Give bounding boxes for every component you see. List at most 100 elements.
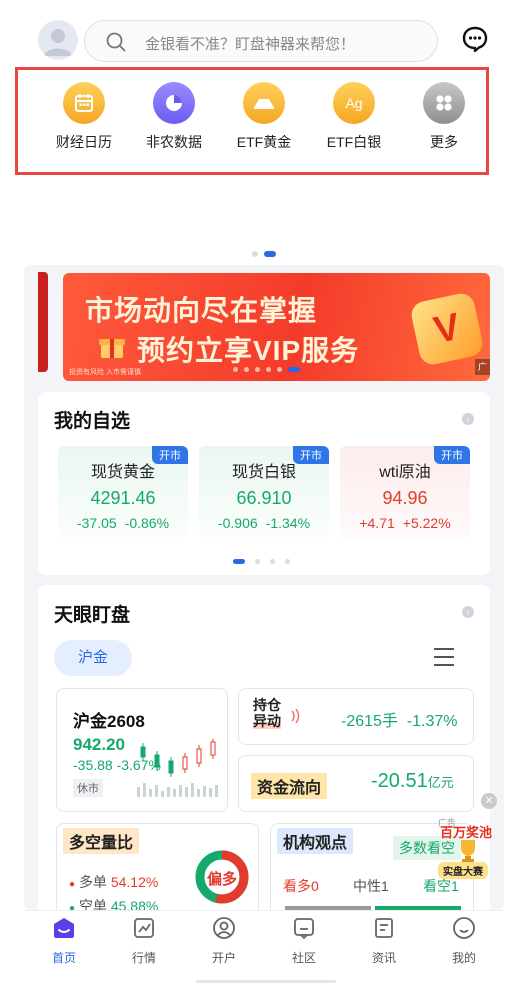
symbol-change: -0.906 -1.34% [199,515,329,531]
quick-entry-pager [252,245,282,263]
quick-entry-calendar[interactable]: 财经日历 [44,82,124,152]
watchlist-pager [233,553,300,571]
pie-chart-icon [153,82,195,124]
message-icon[interactable] [460,24,490,54]
position-change-label: 持仓 异动 [253,697,281,729]
watchlist-more-icon[interactable]: › [462,413,474,425]
close-ad-icon[interactable]: ✕ [481,793,497,809]
search-icon [106,32,126,52]
gift-box-icon [99,339,125,358]
vip-badge-icon: V [409,291,485,367]
pager-dot [255,559,260,565]
fund-flow-unit: 亿元 [427,775,454,790]
nav-label: 我的 [451,951,476,965]
fund-flow-label: 资金流向 [251,773,328,799]
long-value: 54.12% [110,874,159,890]
symbol-price: 66.910 [236,488,292,508]
watchlist-item-silver[interactable]: 开市 现货白银 66.910 -0.906 -1.34% [199,446,329,538]
pager-dot [252,250,258,257]
chart-trend-icon [134,918,154,938]
quick-entry-more[interactable]: 更多 [404,82,484,152]
vip-banner[interactable]: 市场动向尽在掌握 预约立享VIP服务 投资有风险 入市需谨慎 V 广 [63,273,490,381]
ag-text: Ag [345,95,363,111]
change-percent: -0.86% [124,515,170,531]
nav-label: 开户 [211,951,236,965]
nav-home[interactable]: 首页 [34,916,94,966]
nav-label: 首页 [51,951,76,965]
prize-pool-float-ad[interactable]: 广告 百万奖池 实盘大赛 [434,816,502,879]
quick-entry-nonfarm[interactable]: 非农数据 [134,82,214,152]
neutral-count: 中性1 [353,878,389,894]
nav-label: 社区 [291,951,316,965]
market-open-badge: 开市 [293,446,329,464]
pager-dot [285,559,290,565]
user-avatar-icon [44,29,72,56]
gold-ingot-icon [243,82,285,124]
position-change-value: -2615手 -1.37% [341,707,458,731]
quick-entry-label: 非农数据 [146,134,202,150]
menu-icon[interactable] [432,646,456,668]
symbol-change: +4.71 +5.22% [340,515,470,531]
watchlist-item-gold[interactable]: 开市 现货黄金 4291.46 -37.05 -0.86% [58,446,188,538]
monitor-more-icon[interactable]: › [462,606,474,618]
nav-label: 资讯 [371,951,396,965]
nav-profile[interactable]: 我的 [434,916,494,966]
calendar-icon [63,82,105,124]
change-value: +4.71 [359,515,395,531]
nav-market[interactable]: 行情 [114,916,174,966]
bias-label: 偏多 [207,871,238,888]
contract-quote-box[interactable]: 沪金2608 942.20 -35.88 -3.67% 休市 [56,688,228,812]
position-value: -2615手 [341,713,398,730]
pager-dot [270,559,275,565]
change-value: -0.906 [217,515,258,531]
home-indicator [196,980,336,983]
nav-open-account[interactable]: 开户 [194,916,254,966]
pager-dot [255,367,260,373]
position-change-box[interactable]: 持仓 异动 -2615手 -1.37% [238,688,474,745]
nav-label: 行情 [131,951,156,965]
watchlist-item-wti[interactable]: 开市 wti原油 94.96 +4.71 +5.22% [340,446,470,538]
long-short-ratio-box[interactable]: 多空量比 ● 多单 54.12% ● 空单 45.88% 偏多 [56,823,259,923]
long-label: 多单 [78,874,107,890]
long-ratio-row: ● 多单 54.12% [69,874,159,890]
contest-tag: 实盘大赛 [438,862,488,879]
fund-flow-box[interactable]: 资金流向 -20.51亿元 [238,755,474,812]
change-percent: -1.34% [265,515,311,531]
pager-dot [233,367,238,373]
news-document-icon [375,918,393,938]
nav-news[interactable]: 资讯 [354,916,414,966]
contract-price: 942.20 [73,735,125,754]
search-placeholder: 金银看不准？盯盘神器来帮您！ [145,36,356,53]
quick-entry-etf-gold[interactable]: ETF黄金 [224,82,304,152]
symbol-price: 4291.46 [90,488,156,508]
bear-count: 看空1 [423,878,459,894]
home-icon [54,918,74,938]
nav-community[interactable]: 社区 [274,916,334,966]
bottom-nav [24,910,504,966]
watchlist-title: 我的自选 [54,411,131,432]
ad-tag: 广 [475,359,490,375]
pager-dot [244,367,249,373]
change-percent: +5.22% [402,515,451,531]
quick-entry-etf-silver[interactable]: Ag ETF白银 [314,82,394,152]
bull-count: 看多0 [283,878,319,894]
vip-badge-text: V [430,305,464,352]
banner-pager [233,361,306,379]
pager-dot-active [264,250,276,257]
symbol-change: -37.05 -0.86% [58,515,188,531]
change-value: -35.88 [73,757,113,773]
pager-dot [277,367,282,373]
position-label-line1: 持仓 [253,697,281,713]
market-status-tag: 休市 [73,779,103,797]
search-input[interactable]: 金银看不准？盯盘神器来帮您！ [84,20,438,62]
banner-disclaimer: 投资有风险 入市需谨慎 [69,369,141,376]
avatar[interactable] [38,20,78,60]
pager-dot-active [288,367,300,373]
trophy-icon [461,840,475,862]
signal-wave-icon [291,708,300,724]
quick-entry-label: ETF黄金 [236,134,292,150]
symbol-price: 94.96 [382,488,428,508]
position-label-line2: 异动 [253,713,281,729]
mini-candlestick-chart [137,739,218,797]
tab-hujin[interactable]: 沪金 [54,640,132,676]
